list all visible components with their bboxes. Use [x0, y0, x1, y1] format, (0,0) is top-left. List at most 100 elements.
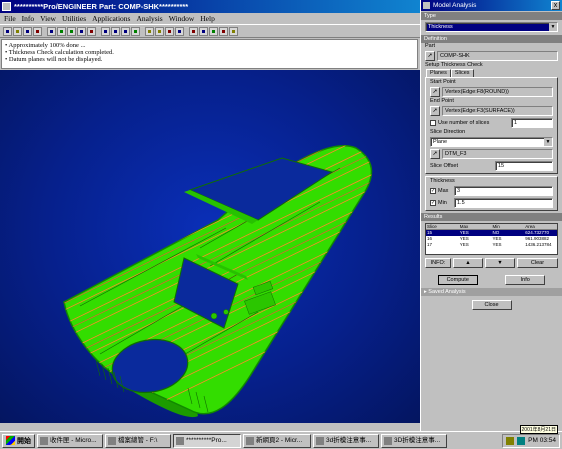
- menu-applications[interactable]: Applications: [92, 13, 130, 24]
- scroll-up-button[interactable]: ▲: [453, 258, 483, 268]
- taskbar-item-explorer[interactable]: 檔案總管 - F:\: [105, 433, 171, 448]
- start-button[interactable]: 開始: [2, 433, 35, 448]
- dialog-close-button[interactable]: x: [551, 1, 560, 10]
- datum-points-icon[interactable]: [165, 27, 174, 36]
- message-line: • Datum planes will not be displayed.: [5, 56, 103, 63]
- setup-tabs: Planes Slices: [421, 69, 562, 77]
- type-dropdown[interactable]: Thickness ▼: [425, 22, 558, 32]
- app-icon: [2, 2, 11, 11]
- table-row[interactable]: 17 YES YES 1436.213784: [426, 242, 557, 248]
- thickness-label: Thickness: [430, 178, 455, 184]
- end-point-label: End Point: [430, 98, 454, 104]
- type-value: Thickness: [428, 24, 453, 30]
- taskbar-item-doc2[interactable]: 3D折模注意事...: [381, 433, 447, 448]
- model-analysis-dialog: Model Analysis x Type Thickness ▼ Defini…: [420, 0, 562, 431]
- min-label: Min: [438, 200, 447, 206]
- clear-button[interactable]: Clear: [517, 258, 558, 268]
- max-input[interactable]: 3: [454, 186, 553, 196]
- hidden-line-icon[interactable]: [111, 27, 120, 36]
- clock[interactable]: PM 03:54: [528, 437, 556, 444]
- taskbar-item-doc1[interactable]: 3d折模注意事...: [313, 433, 379, 448]
- menu-bar: File Info View Utilities Applications An…: [0, 13, 420, 24]
- slices-panel: Start Point ➚ Vertex(Edge:F8(ROUND)) End…: [425, 77, 558, 174]
- menu-utilities[interactable]: Utilities: [62, 13, 86, 24]
- main-title-bar[interactable]: **********Pro/ENGINEER Part: COMP-SHK***…: [0, 0, 420, 13]
- saved-analysis-header[interactable]: ▸ Saved Analysis: [421, 288, 562, 296]
- close-button[interactable]: Close: [471, 300, 512, 310]
- menu-file[interactable]: File: [4, 13, 16, 24]
- part-select-arrow-icon[interactable]: ➚: [425, 51, 435, 61]
- graphics-viewport[interactable]: [0, 70, 420, 423]
- no-hidden-icon[interactable]: [121, 27, 130, 36]
- menu-help[interactable]: Help: [200, 13, 215, 24]
- use-number-checkbox[interactable]: [430, 120, 436, 126]
- min-input[interactable]: 1.5: [454, 198, 553, 208]
- chevron-down-icon: ▼: [549, 23, 557, 31]
- orient-icon[interactable]: [87, 27, 96, 36]
- shading-icon[interactable]: [131, 27, 140, 36]
- phone-housing-model: [63, 145, 373, 418]
- windows-taskbar: 開始 收件匣 - Micro... 檔案總管 - F:\ **********P…: [0, 425, 562, 449]
- zoom-out-icon[interactable]: [67, 27, 76, 36]
- setup-label: Setup Thickness Check: [425, 62, 483, 68]
- layer-icon[interactable]: [209, 27, 218, 36]
- start-point-select-icon[interactable]: ➚: [430, 87, 440, 97]
- date-tooltip: 2001年8月21日: [519, 425, 558, 434]
- tab-planes[interactable]: Planes: [426, 69, 451, 77]
- spin-center-icon[interactable]: [189, 27, 198, 36]
- results-section-header: Results: [421, 213, 562, 221]
- dialog-title-bar[interactable]: Model Analysis x: [421, 0, 562, 11]
- results-header: Area: [525, 224, 535, 229]
- model-tree-icon[interactable]: [199, 27, 208, 36]
- type-section-header: Type: [421, 12, 562, 20]
- repaint-icon[interactable]: [47, 27, 56, 36]
- slice-direction-dropdown[interactable]: Plane ▼: [430, 137, 553, 147]
- slice-offset-label: Slice Offset: [430, 163, 459, 169]
- main-title: **********Pro/ENGINEER Part: COMP-SHK***…: [14, 2, 189, 11]
- saved-analysis-label: Saved Analysis: [428, 289, 466, 295]
- compute-button[interactable]: Compute: [437, 275, 478, 285]
- relations-icon[interactable]: [219, 27, 228, 36]
- results-header: Slice: [427, 224, 437, 229]
- datum-axes-icon[interactable]: [155, 27, 164, 36]
- new-file-icon[interactable]: [3, 27, 12, 36]
- message-line: • Approximately 100% done ...: [5, 42, 86, 49]
- menu-info[interactable]: Info: [22, 13, 35, 24]
- zoom-in-icon[interactable]: [57, 27, 66, 36]
- tray-icon[interactable]: [517, 436, 526, 445]
- message-line: • Thickness Check calculation completed.: [5, 49, 114, 56]
- scroll-down-button[interactable]: ▼: [485, 258, 515, 268]
- table-cell: 1436.213784: [525, 242, 552, 247]
- menu-view[interactable]: View: [40, 13, 56, 24]
- max-checkbox[interactable]: ✓: [430, 188, 436, 194]
- direction-ref-field: DTM_F3: [442, 149, 553, 159]
- menu-window[interactable]: Window: [169, 13, 195, 24]
- results-header: Min: [492, 224, 500, 229]
- save-icon[interactable]: [23, 27, 32, 36]
- slice-offset-input[interactable]: 15: [495, 161, 553, 171]
- datum-planes-icon[interactable]: [145, 27, 154, 36]
- system-tray: 2001年8月21日 PM 03:54: [502, 425, 560, 448]
- tab-slices[interactable]: Slices: [450, 69, 474, 77]
- menu-analysis[interactable]: Analysis: [136, 13, 162, 24]
- coord-sys-icon[interactable]: [175, 27, 184, 36]
- chevron-down-icon: ▼: [544, 138, 552, 146]
- taskbar-item-proe[interactable]: **********Pro...: [173, 433, 241, 448]
- whats-this-icon[interactable]: [229, 27, 238, 36]
- taskbar-item-webpage[interactable]: 新網頁2 - Micr...: [243, 433, 311, 448]
- info-button[interactable]: Info: [505, 275, 546, 285]
- print-icon[interactable]: [33, 27, 42, 36]
- use-number-input[interactable]: 1: [511, 118, 553, 128]
- end-point-select-icon[interactable]: ➚: [430, 106, 440, 116]
- part-field: COMP-SHK: [437, 51, 558, 61]
- info-toggle-button[interactable]: INFO:: [425, 258, 451, 268]
- tray-icon[interactable]: [506, 436, 515, 445]
- open-file-icon[interactable]: [13, 27, 22, 36]
- min-checkbox[interactable]: ✓: [430, 200, 436, 206]
- proe-main-window: **********Pro/ENGINEER Part: COMP-SHK***…: [0, 0, 420, 431]
- refit-icon[interactable]: [77, 27, 86, 36]
- wireframe-icon[interactable]: [101, 27, 110, 36]
- results-table[interactable]: Slice Max Min Area 15 YES NO 624.732770 …: [425, 223, 558, 255]
- taskbar-item-outlook[interactable]: 收件匣 - Micro...: [37, 433, 103, 448]
- direction-ref-select-icon[interactable]: ➚: [430, 149, 440, 159]
